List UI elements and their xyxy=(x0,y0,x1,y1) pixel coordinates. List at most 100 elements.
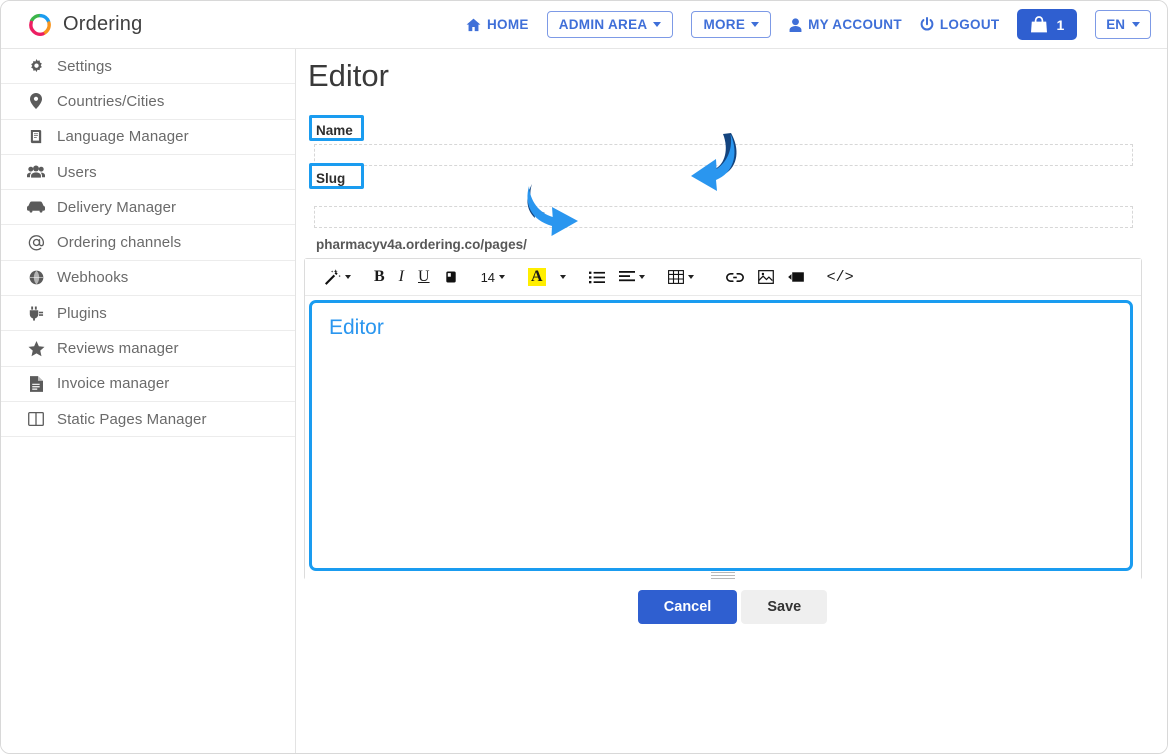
language-label: EN xyxy=(1106,17,1125,32)
editor-content-area[interactable]: Editor xyxy=(305,296,1141,580)
language-select[interactable]: EN xyxy=(1095,10,1151,39)
shopping-bag-icon xyxy=(1030,16,1048,33)
brand-name: Ordering xyxy=(63,13,143,35)
name-input[interactable] xyxy=(314,144,1133,166)
cart-button[interactable]: 1 xyxy=(1017,9,1078,40)
clear-format-button[interactable] xyxy=(437,264,465,290)
chevron-down-icon xyxy=(345,275,351,279)
sidebar-item-label: Language Manager xyxy=(57,128,189,146)
nav-home-label: HOME xyxy=(486,17,529,32)
text-color-letter: A xyxy=(528,268,546,286)
editor-resize-handle[interactable] xyxy=(305,569,1141,581)
sidebar-item-label: Settings xyxy=(57,57,112,75)
slug-input[interactable] xyxy=(314,206,1133,228)
image-icon xyxy=(757,270,774,284)
sidebar-item-users[interactable]: Users xyxy=(1,155,295,191)
text-color-button[interactable]: A xyxy=(521,264,553,290)
chevron-down-icon xyxy=(638,275,645,279)
plug-icon xyxy=(27,306,45,321)
nav-my-account-label: MY ACCOUNT xyxy=(808,17,902,32)
sidebar-item-countries-cities[interactable]: Countries/Cities xyxy=(1,84,295,120)
ordering-ring-logo-icon xyxy=(27,12,53,38)
user-icon xyxy=(789,17,802,32)
chevron-down-icon xyxy=(751,22,760,27)
italic-button[interactable]: I xyxy=(392,264,411,290)
slug-url-prefix: pharmacyv4a.ordering.co/pages/ xyxy=(316,237,527,252)
nav-admin-area-button[interactable]: ADMIN AREA xyxy=(546,11,674,38)
unordered-list-icon xyxy=(588,271,605,284)
sidebar-item-label: Static Pages Manager xyxy=(57,410,207,428)
insert-image-button[interactable] xyxy=(751,264,781,290)
text-color-dropdown[interactable] xyxy=(553,264,573,290)
users-group-icon xyxy=(27,165,45,179)
editor-content-text: Editor xyxy=(329,316,384,339)
sidebar-item-plugins[interactable]: Plugins xyxy=(1,296,295,332)
font-size-select[interactable]: 14 xyxy=(474,264,512,290)
sidebar-item-label: Countries/Cities xyxy=(57,92,165,110)
align-button[interactable] xyxy=(612,264,652,290)
nav-home-link[interactable]: HOME xyxy=(466,17,529,32)
sidebar-item-invoice-manager[interactable]: Invoice manager xyxy=(1,367,295,402)
annotation-highlight-editor xyxy=(309,300,1133,571)
video-icon xyxy=(787,271,804,283)
nav-logout-label: LOGOUT xyxy=(939,17,1000,32)
map-pin-icon xyxy=(27,93,45,110)
editor-toolbar: B I U 14 A </> xyxy=(305,259,1141,296)
nav-my-account-link[interactable]: MY ACCOUNT xyxy=(789,17,902,32)
chevron-down-icon xyxy=(1132,22,1140,27)
clear-format-icon xyxy=(444,270,458,284)
cancel-button[interactable]: Cancel xyxy=(637,590,738,624)
magic-wand-icon xyxy=(324,269,341,285)
save-button[interactable]: Save xyxy=(741,590,828,624)
table-icon xyxy=(667,270,684,284)
code-view-button[interactable]: </> xyxy=(820,264,861,290)
cart-count: 1 xyxy=(1056,16,1065,33)
insert-video-button[interactable] xyxy=(781,264,811,290)
sidebar-item-label: Reviews manager xyxy=(57,340,179,358)
slug-field-label: Slug xyxy=(316,171,346,186)
nav-logout-link[interactable]: LOGOUT xyxy=(920,17,1000,32)
magic-wand-button[interactable] xyxy=(317,264,358,290)
sidebar-item-label: Webhooks xyxy=(57,269,129,287)
form-actions: Cancel Save xyxy=(296,590,1167,624)
sidebar-item-language-manager[interactable]: Language Manager xyxy=(1,120,295,155)
book-language-icon xyxy=(27,129,45,144)
car-icon xyxy=(27,201,45,213)
nav-more-label: MORE xyxy=(703,17,746,32)
sidebar-item-label: Ordering channels xyxy=(57,234,182,252)
link-icon xyxy=(725,272,744,283)
sidebar-item-webhooks[interactable]: Webhooks xyxy=(1,261,295,297)
sidebar-item-label: Users xyxy=(57,163,97,181)
star-icon xyxy=(27,340,45,357)
main-content: Editor Name Slug pharmacyv4a.ordering.co… xyxy=(296,49,1167,753)
sidebar-item-reviews-manager[interactable]: Reviews manager xyxy=(1,331,295,367)
at-sign-icon xyxy=(27,234,45,251)
page-title: Editor xyxy=(308,58,389,93)
application-window: Ordering HOME ADMIN AREA MORE MY ACCOUNT… xyxy=(0,0,1168,754)
bold-button[interactable]: B xyxy=(367,264,392,290)
unordered-list-button[interactable] xyxy=(582,264,612,290)
columns-icon xyxy=(27,412,45,427)
power-icon xyxy=(920,17,934,32)
gear-icon xyxy=(27,58,45,74)
rich-text-editor-panel: B I U 14 A </> Editor xyxy=(304,258,1142,580)
resize-grip-lines xyxy=(711,571,735,580)
sidebar-item-static-pages-manager[interactable]: Static Pages Manager xyxy=(1,402,295,438)
font-size-value: 14 xyxy=(480,269,496,285)
top-nav-links: HOME ADMIN AREA MORE MY ACCOUNT LOGOUT 1… xyxy=(466,9,1151,40)
sidebar-item-settings[interactable]: Settings xyxy=(1,49,295,85)
sidebar-item-delivery-manager[interactable]: Delivery Manager xyxy=(1,190,295,226)
home-icon xyxy=(466,18,481,32)
globe-icon xyxy=(27,270,45,285)
file-text-icon xyxy=(27,375,45,392)
sidebar-item-label: Plugins xyxy=(57,304,107,322)
brand[interactable]: Ordering xyxy=(27,12,142,38)
underline-button[interactable]: U xyxy=(411,264,437,290)
insert-link-button[interactable] xyxy=(719,264,751,290)
top-navigation-bar: Ordering HOME ADMIN AREA MORE MY ACCOUNT… xyxy=(1,1,1167,49)
table-button[interactable] xyxy=(661,264,701,290)
sidebar-item-ordering-channels[interactable]: Ordering channels xyxy=(1,225,295,261)
nav-more-button[interactable]: MORE xyxy=(691,11,772,38)
name-field-label: Name xyxy=(316,123,353,138)
sidebar-item-label: Invoice manager xyxy=(57,375,170,393)
